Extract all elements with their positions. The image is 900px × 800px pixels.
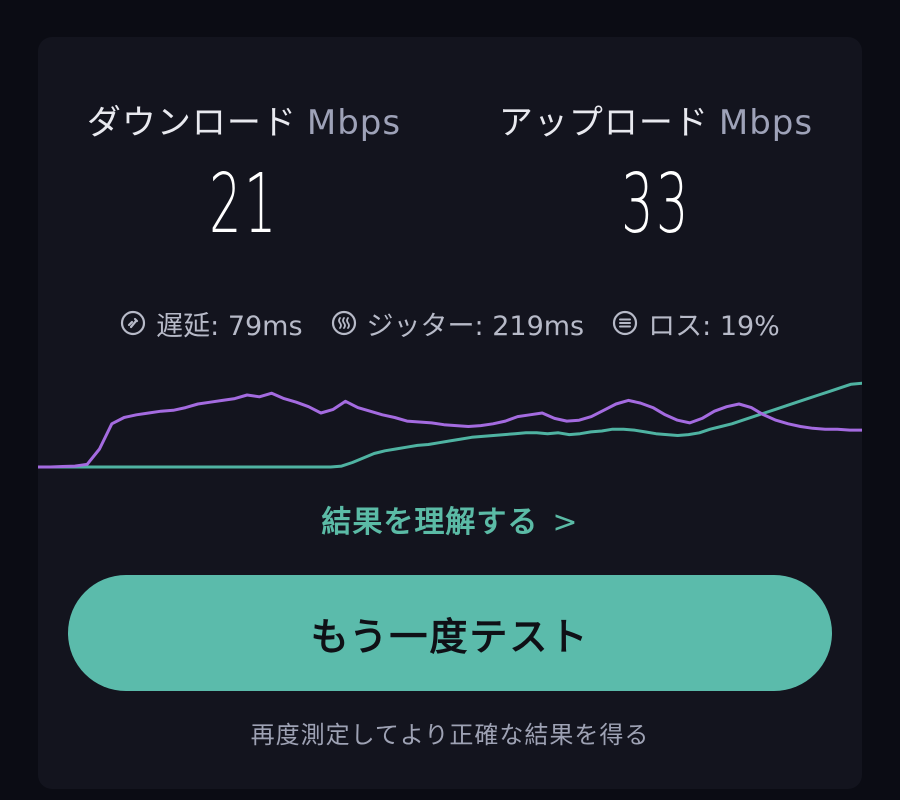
- upload-label-row: アップロード Mbps: [450, 95, 862, 144]
- latency-icon: [121, 310, 146, 336]
- latency-stat: 遅延: 79ms: [120, 304, 303, 343]
- understand-results-label: 結果を理解する: [321, 505, 539, 540]
- understand-results-link[interactable]: 結果を理解する >: [38, 497, 862, 541]
- loss-text: ロス: 19%: [648, 310, 780, 342]
- speedtest-result-card: ダウンロード Mbps 21 アップロード Mbps 33 遅延: 79ms ジッタ…: [38, 37, 862, 789]
- jitter-stat: ジッター: 219ms: [331, 304, 585, 343]
- download-label: ダウンロード: [86, 103, 297, 143]
- loss-icon: [613, 310, 638, 336]
- stats-row: 遅延: 79ms ジッター: 219ms ロス: 19%: [38, 303, 862, 343]
- retest-button[interactable]: もう一度テスト: [68, 575, 832, 691]
- chevron-right-icon: >: [552, 505, 579, 540]
- loss-stat: ロス: 19%: [612, 304, 780, 343]
- download-value: 21: [209, 157, 279, 252]
- jitter-icon: [331, 310, 356, 336]
- upload-unit: Mbps: [718, 103, 814, 143]
- jitter-text: ジッター: 219ms: [366, 310, 585, 342]
- upload-label: アップロード: [498, 103, 709, 143]
- latency-text: 遅延: 79ms: [156, 310, 303, 342]
- retest-hint: 再度測定してより正確な結果を得る: [250, 721, 650, 749]
- download-label-row: ダウンロード Mbps: [38, 95, 450, 144]
- upload-value: 33: [621, 157, 691, 252]
- download-series-line: [38, 391, 862, 469]
- speed-chart: [38, 381, 862, 469]
- download-unit: Mbps: [306, 103, 402, 143]
